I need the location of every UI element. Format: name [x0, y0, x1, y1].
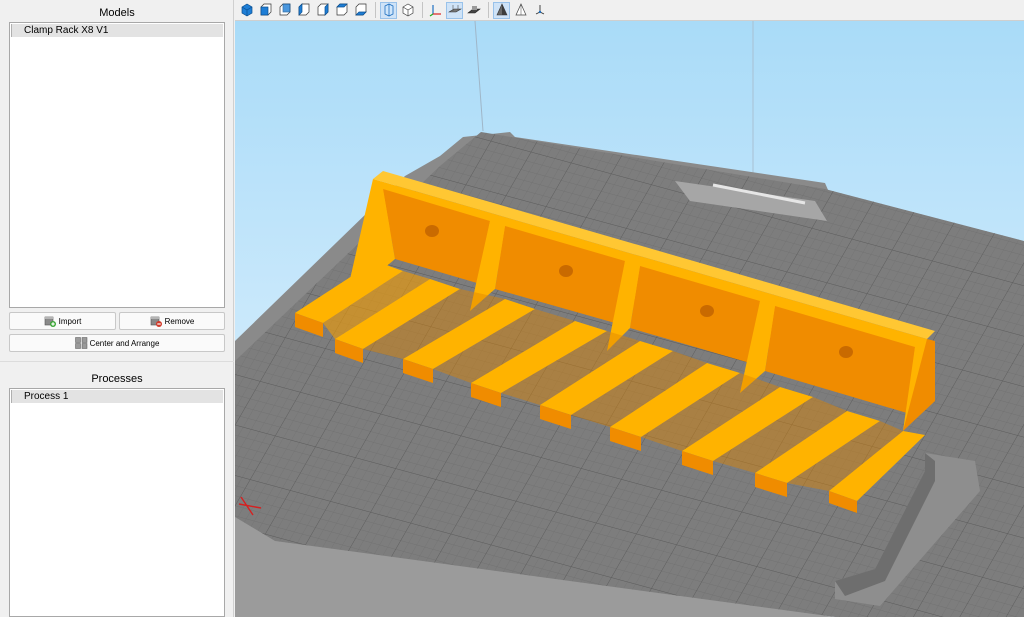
remove-button[interactable]: Remove: [119, 312, 225, 330]
solid-icon[interactable]: [493, 1, 510, 19]
import-icon: [44, 315, 56, 327]
view-right-icon[interactable]: [314, 2, 331, 19]
view-iso-icon[interactable]: [238, 2, 255, 19]
orthographic-icon[interactable]: [399, 2, 416, 19]
view-top-icon[interactable]: [333, 2, 350, 19]
3d-viewport[interactable]: [235, 21, 1024, 617]
remove-label: Remove: [164, 316, 195, 326]
wireframe-icon[interactable]: [512, 2, 529, 19]
toolbar-separator: [375, 2, 376, 18]
process-list-item[interactable]: Process 1: [11, 390, 223, 403]
scene-svg: [235, 21, 1024, 617]
shadow-icon[interactable]: [465, 2, 482, 19]
center-arrange-button[interactable]: Center and Arrange: [9, 334, 225, 352]
processes-list[interactable]: Process 1: [9, 388, 225, 617]
viewport-area: [235, 0, 1024, 617]
view-back-icon[interactable]: [276, 2, 293, 19]
app-window: Models Clamp Rack X8 V1 Import Remove Ce…: [0, 0, 1024, 617]
models-list[interactable]: Clamp Rack X8 V1: [9, 22, 225, 308]
toolbar-separator: [488, 2, 489, 18]
perspective-icon[interactable]: [380, 1, 397, 19]
origin-icon[interactable]: [531, 2, 548, 19]
panel-divider: [0, 361, 234, 362]
view-left-icon[interactable]: [295, 2, 312, 19]
view-toolbar: [235, 0, 1024, 21]
model-list-item[interactable]: Clamp Rack X8 V1: [11, 24, 223, 37]
remove-icon: [150, 315, 162, 327]
build-volume-line: [474, 21, 484, 132]
arrange-icon: [74, 337, 87, 349]
axes-icon[interactable]: [427, 2, 444, 19]
processes-title: Processes: [91, 373, 143, 385]
import-button[interactable]: Import: [9, 312, 116, 330]
view-bottom-icon[interactable]: [352, 2, 369, 19]
toolbar-separator: [422, 2, 423, 18]
models-title: Models: [99, 7, 135, 19]
left-panel: Models Clamp Rack X8 V1 Import Remove Ce…: [0, 0, 234, 617]
import-label: Import: [58, 316, 82, 326]
view-front-icon[interactable]: [257, 2, 274, 19]
bed-icon[interactable]: [446, 1, 463, 19]
center-arrange-label: Center and Arrange: [89, 338, 160, 348]
